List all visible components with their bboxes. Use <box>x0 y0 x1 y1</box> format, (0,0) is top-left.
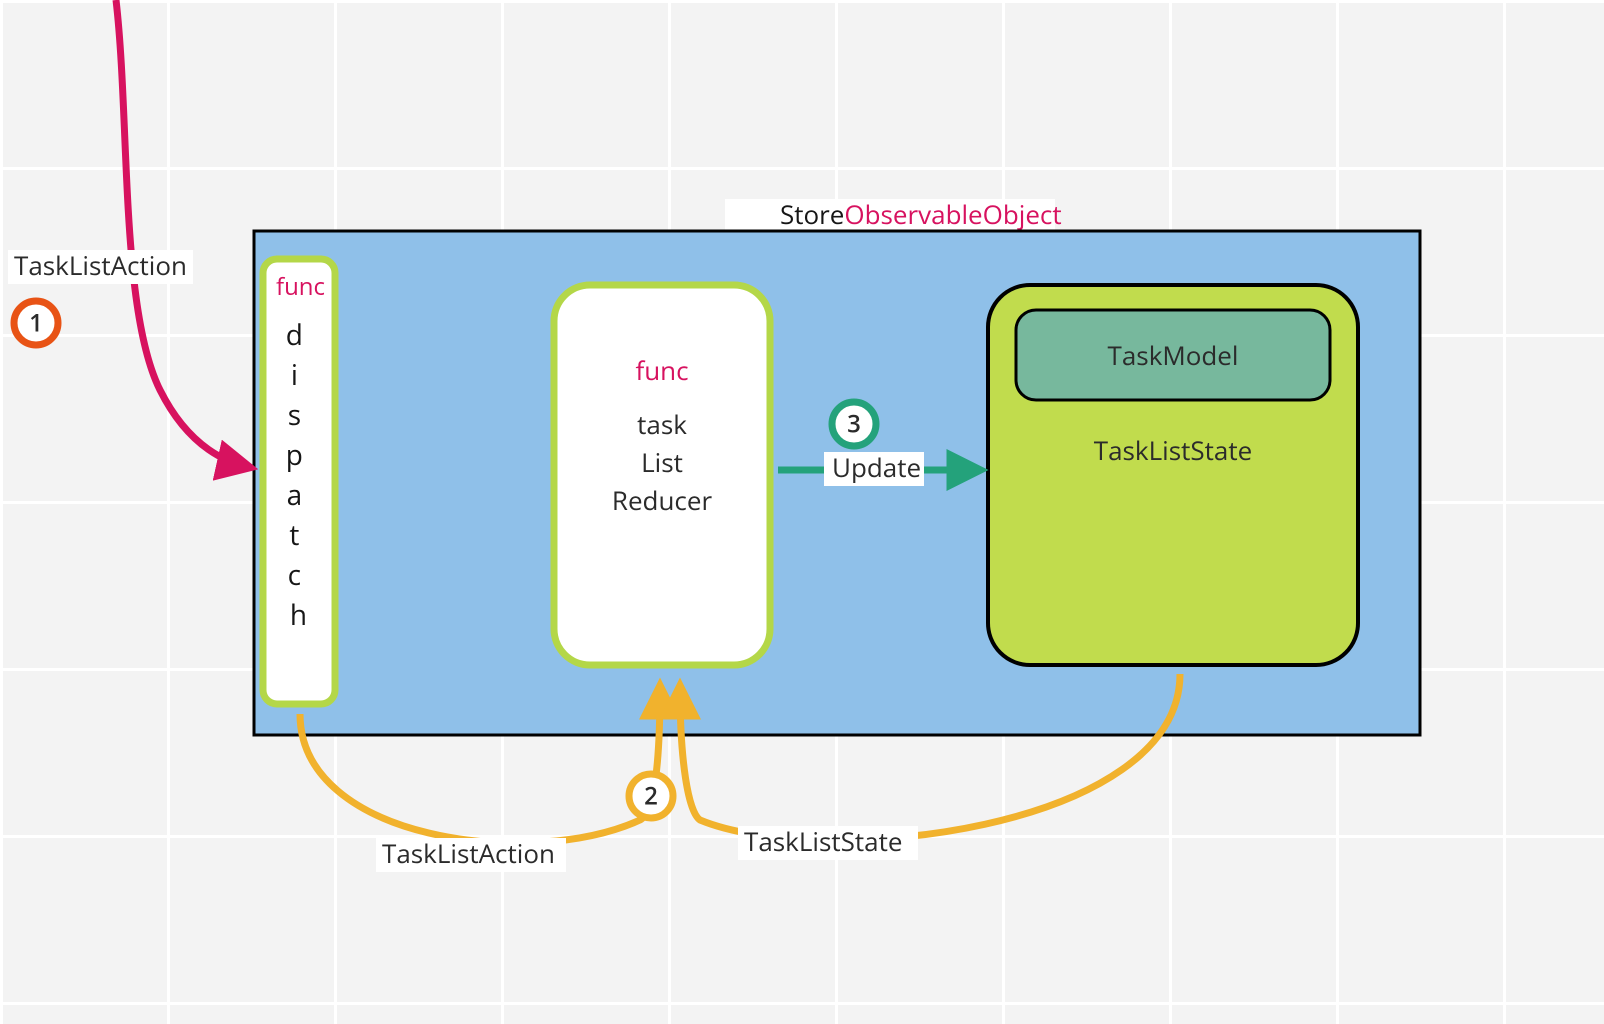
step-2-num: 2 <box>644 780 658 813</box>
step-1-num: 1 <box>29 307 43 340</box>
left-edge-label: TaskListAction <box>382 835 555 871</box>
state-box: TaskModel TaskListState <box>988 285 1358 665</box>
state-outer-label: TaskListState <box>1094 432 1252 468</box>
store-title-store: Store <box>780 196 844 232</box>
reducer-name-1: task <box>637 406 687 442</box>
store-title: StoreObservableObject <box>780 196 1062 232</box>
right-edge-label: TaskListState <box>744 823 902 859</box>
dispatch-keyword: func <box>276 270 325 303</box>
dispatch-box: func d i s p a t c h <box>263 259 335 704</box>
reducer-box: func task List Reducer <box>554 285 770 665</box>
state-inner-label: TaskModel <box>1108 337 1239 373</box>
store-title-observable: ObservableObject <box>844 196 1061 232</box>
update-label: Update <box>832 449 921 485</box>
action-label: TaskListAction <box>14 247 187 283</box>
step-3-num: 3 <box>847 408 861 441</box>
reducer-name-2: List <box>641 444 683 480</box>
reducer-name-3: Reducer <box>612 482 713 518</box>
diagram-canvas: StoreObservableObject func d i s p a t c… <box>0 0 1604 1024</box>
reducer-keyword: func <box>635 352 688 388</box>
